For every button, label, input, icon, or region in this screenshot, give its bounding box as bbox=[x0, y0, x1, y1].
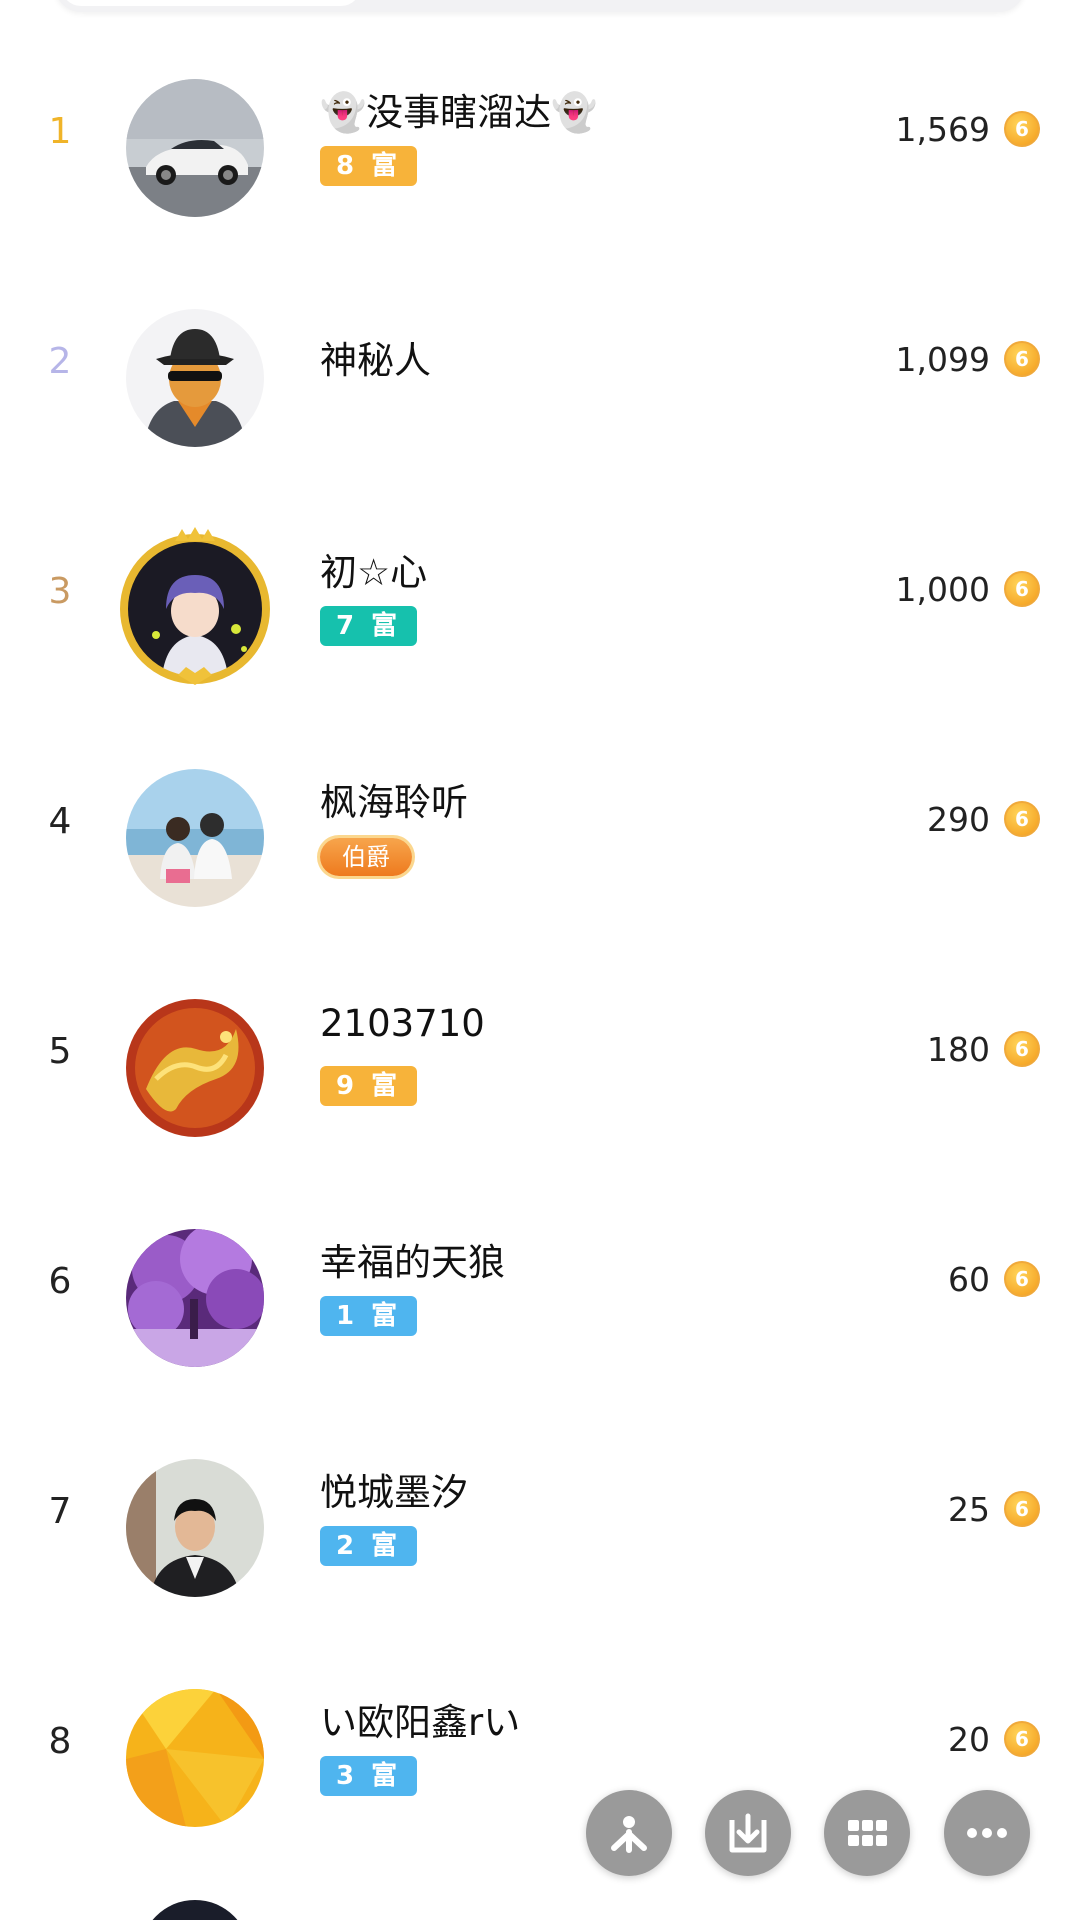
user-name: 幸福的天狼 bbox=[320, 1241, 505, 1284]
avatar[interactable] bbox=[126, 1229, 264, 1367]
ranking-row[interactable]: 1 👻没事瞎溜达👻 8 富 1,569 6 bbox=[0, 17, 1080, 247]
coin-icon: 6 bbox=[1004, 1261, 1040, 1297]
tab-segment-active[interactable] bbox=[61, 0, 361, 6]
avatar[interactable] bbox=[126, 539, 264, 677]
user-name: 👻没事瞎溜达👻 bbox=[320, 91, 598, 134]
coin-icon: 6 bbox=[1004, 111, 1040, 147]
avatar[interactable] bbox=[126, 79, 264, 217]
share-button[interactable] bbox=[586, 1790, 672, 1876]
coin-icon: 6 bbox=[1004, 1031, 1040, 1067]
more-button[interactable] bbox=[944, 1790, 1030, 1876]
points-value: 1,099 bbox=[895, 340, 990, 379]
wealth-badge: 9 富 bbox=[320, 1066, 418, 1106]
download-icon bbox=[729, 1813, 767, 1853]
ranking-row[interactable]: 2 神秘人 1,099 6 bbox=[0, 247, 1080, 477]
download-button[interactable] bbox=[705, 1790, 791, 1876]
rank-number: 1 bbox=[48, 111, 72, 152]
user-name: 枫海聆听 bbox=[320, 781, 468, 824]
user-name: 神秘人 bbox=[320, 339, 431, 382]
rank-number: 2 bbox=[48, 341, 72, 382]
coin-icon: 6 bbox=[1004, 801, 1040, 837]
rank-number: 6 bbox=[48, 1261, 72, 1302]
coin-icon: 6 bbox=[1004, 571, 1040, 607]
user-name: い欧阳鑫rい bbox=[320, 1701, 521, 1744]
user-name: 悦城墨汐 bbox=[320, 1471, 468, 1514]
ranking-row[interactable]: 5 2103710 9 富 180 6 bbox=[0, 937, 1080, 1167]
ranking-row[interactable]: 8 い欧阳鑫rい 3 富 20 6 bbox=[0, 1627, 1080, 1857]
more-icon bbox=[967, 1828, 1007, 1838]
wealth-badge: 7 富 bbox=[320, 606, 418, 646]
avatar[interactable] bbox=[126, 1689, 264, 1827]
rank-number: 4 bbox=[48, 801, 72, 842]
avatar[interactable] bbox=[140, 1900, 250, 1920]
points-value: 1,569 bbox=[895, 110, 990, 149]
share-icon bbox=[611, 1816, 647, 1853]
ranking-row[interactable]: 7 悦城墨汐 2 富 25 6 bbox=[0, 1397, 1080, 1627]
grid-icon bbox=[848, 1820, 887, 1846]
avatar[interactable] bbox=[126, 309, 264, 447]
wealth-badge: 2 富 bbox=[320, 1526, 418, 1566]
grid-button[interactable] bbox=[824, 1790, 910, 1876]
coin-icon: 6 bbox=[1004, 1721, 1040, 1757]
ranking-row[interactable]: 3 初☆心 7 富 1,000 6 bbox=[0, 477, 1080, 707]
wealth-badge: 3 富 bbox=[320, 1756, 418, 1796]
rank-number: 3 bbox=[48, 571, 72, 612]
rank-number: 7 bbox=[48, 1491, 72, 1532]
user-name: 2103710 bbox=[320, 1002, 485, 1045]
rank-number: 5 bbox=[48, 1031, 72, 1072]
title-badge: 伯爵 bbox=[320, 838, 412, 876]
user-name: 初☆心 bbox=[320, 551, 428, 594]
points-value: 20 bbox=[948, 1720, 990, 1759]
points-value: 180 bbox=[927, 1030, 990, 1069]
avatar[interactable] bbox=[126, 769, 264, 907]
avatar[interactable] bbox=[126, 1459, 264, 1597]
ranking-row[interactable]: 4 枫海聆听 伯爵 290 6 bbox=[0, 707, 1080, 937]
avatar[interactable] bbox=[126, 999, 264, 1137]
points-value: 60 bbox=[948, 1260, 990, 1299]
points-value: 25 bbox=[948, 1490, 990, 1529]
leaderboard-page: 1 👻没事瞎溜达👻 8 富 1,569 6 2 神秘人 1,099 6 3 初☆… bbox=[0, 0, 1080, 1920]
wealth-badge: 8 富 bbox=[320, 146, 418, 186]
points-value: 290 bbox=[927, 800, 990, 839]
wealth-badge: 1 富 bbox=[320, 1296, 418, 1336]
coin-icon: 6 bbox=[1004, 341, 1040, 377]
ranking-row[interactable]: 6 幸福的天狼 1 富 60 6 bbox=[0, 1167, 1080, 1397]
coin-icon: 6 bbox=[1004, 1491, 1040, 1527]
rank-number: 8 bbox=[48, 1721, 72, 1762]
points-value: 1,000 bbox=[895, 570, 990, 609]
tab-segment-control[interactable] bbox=[55, 0, 1025, 12]
